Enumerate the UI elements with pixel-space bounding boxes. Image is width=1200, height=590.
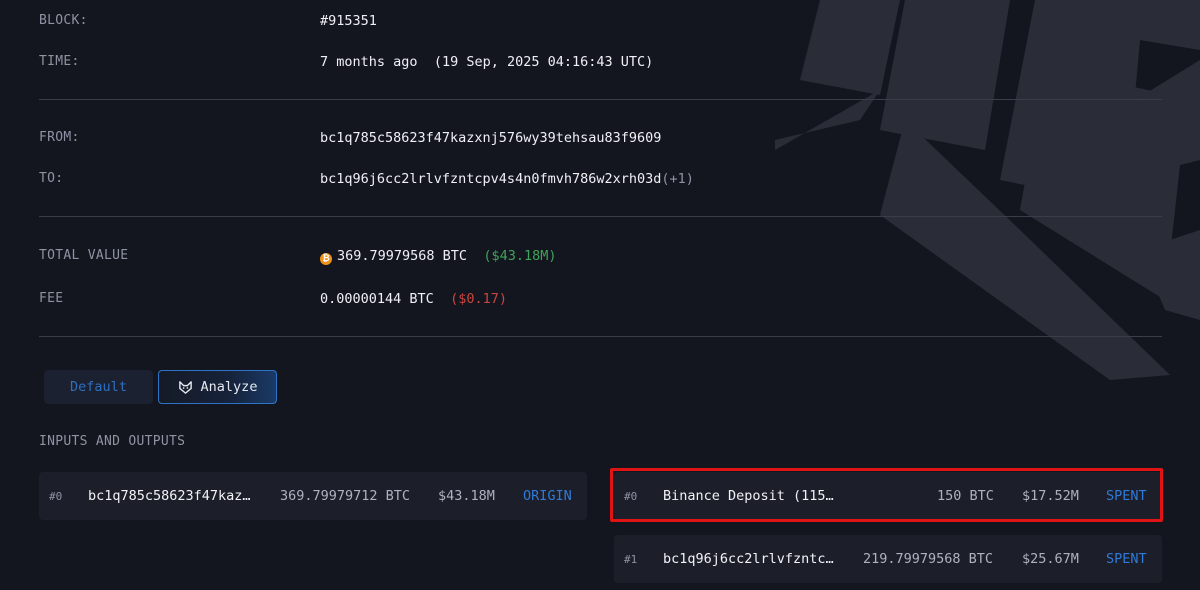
highlight-box — [610, 468, 1163, 522]
to-row: TO: — [39, 171, 63, 186]
input-amount: 369.79979712 BTC — [280, 488, 411, 504]
total-value: ₿ 369.79979568 BTC ($43.18M) — [320, 248, 556, 265]
fee-usd: ($0.17) — [450, 291, 507, 307]
fee-row: FEE — [39, 291, 63, 306]
tab-analyze-label: Analyze — [200, 379, 258, 395]
input-index: #0 — [49, 490, 63, 503]
output-address[interactable]: bc1q96j6cc2lrlvfzntc… — [663, 551, 834, 567]
from-row: FROM: — [39, 130, 80, 145]
fee-label: FEE — [39, 291, 64, 306]
time-label: TIME: — [39, 54, 80, 69]
to-address[interactable]: bc1q96j6cc2lrlvfzntcpv4s4n0fmvh786w2xrh0… — [320, 171, 661, 187]
time-value: 7 months ago (19 Sep, 2025 04:16:43 UTC) — [320, 54, 653, 70]
tab-analyze[interactable]: Analyze — [158, 370, 277, 404]
divider — [39, 99, 1162, 100]
input-address[interactable]: bc1q785c58623f47kaz… — [88, 488, 251, 504]
fee-btc: 0.00000144 BTC — [320, 291, 434, 307]
total-value-label: TOTAL VALUE — [39, 248, 129, 263]
time-relative: 7 months ago — [320, 54, 418, 70]
to-extra-count[interactable]: (+1) — [661, 171, 694, 187]
to-label: TO: — [39, 171, 64, 186]
total-value-usd: ($43.18M) — [483, 248, 557, 264]
output-row[interactable]: #1 bc1q96j6cc2lrlvfzntc… 219.79979568 BT… — [614, 535, 1162, 583]
output-amount: 219.79979568 BTC — [863, 551, 994, 567]
from-address[interactable]: bc1q785c58623f47kazxnj576wy39tehsau83f96… — [320, 130, 661, 146]
block-label: BLOCK: — [39, 13, 88, 28]
fox-icon — [178, 380, 192, 394]
total-value-row: TOTAL VALUE — [39, 248, 128, 263]
bitcoin-icon: ₿ — [320, 253, 332, 265]
input-status[interactable]: ORIGIN — [523, 488, 572, 504]
fee-value: 0.00000144 BTC ($0.17) — [320, 291, 507, 307]
to-value: bc1q96j6cc2lrlvfzntcpv4s4n0fmvh786w2xrh0… — [320, 171, 694, 187]
total-value-btc: 369.79979568 BTC — [337, 248, 468, 264]
divider — [39, 216, 1162, 217]
output-status[interactable]: SPENT — [1106, 551, 1147, 567]
divider — [39, 336, 1162, 337]
tab-default-label: Default — [70, 379, 127, 395]
output-usd: $25.67M — [1022, 551, 1079, 567]
time-absolute: (19 Sep, 2025 04:16:43 UTC) — [433, 54, 654, 70]
tab-default[interactable]: Default — [44, 370, 153, 404]
input-usd: $43.18M — [438, 488, 495, 504]
time-row: TIME: — [39, 54, 80, 69]
inputs-outputs-title: INPUTS AND OUTPUTS — [39, 434, 186, 449]
block-number[interactable]: #915351 — [320, 13, 377, 29]
input-row[interactable]: #0 bc1q785c58623f47kaz… 369.79979712 BTC… — [39, 472, 587, 520]
output-index: #1 — [624, 553, 638, 566]
from-label: FROM: — [39, 130, 80, 145]
block-row: BLOCK: — [39, 13, 88, 28]
